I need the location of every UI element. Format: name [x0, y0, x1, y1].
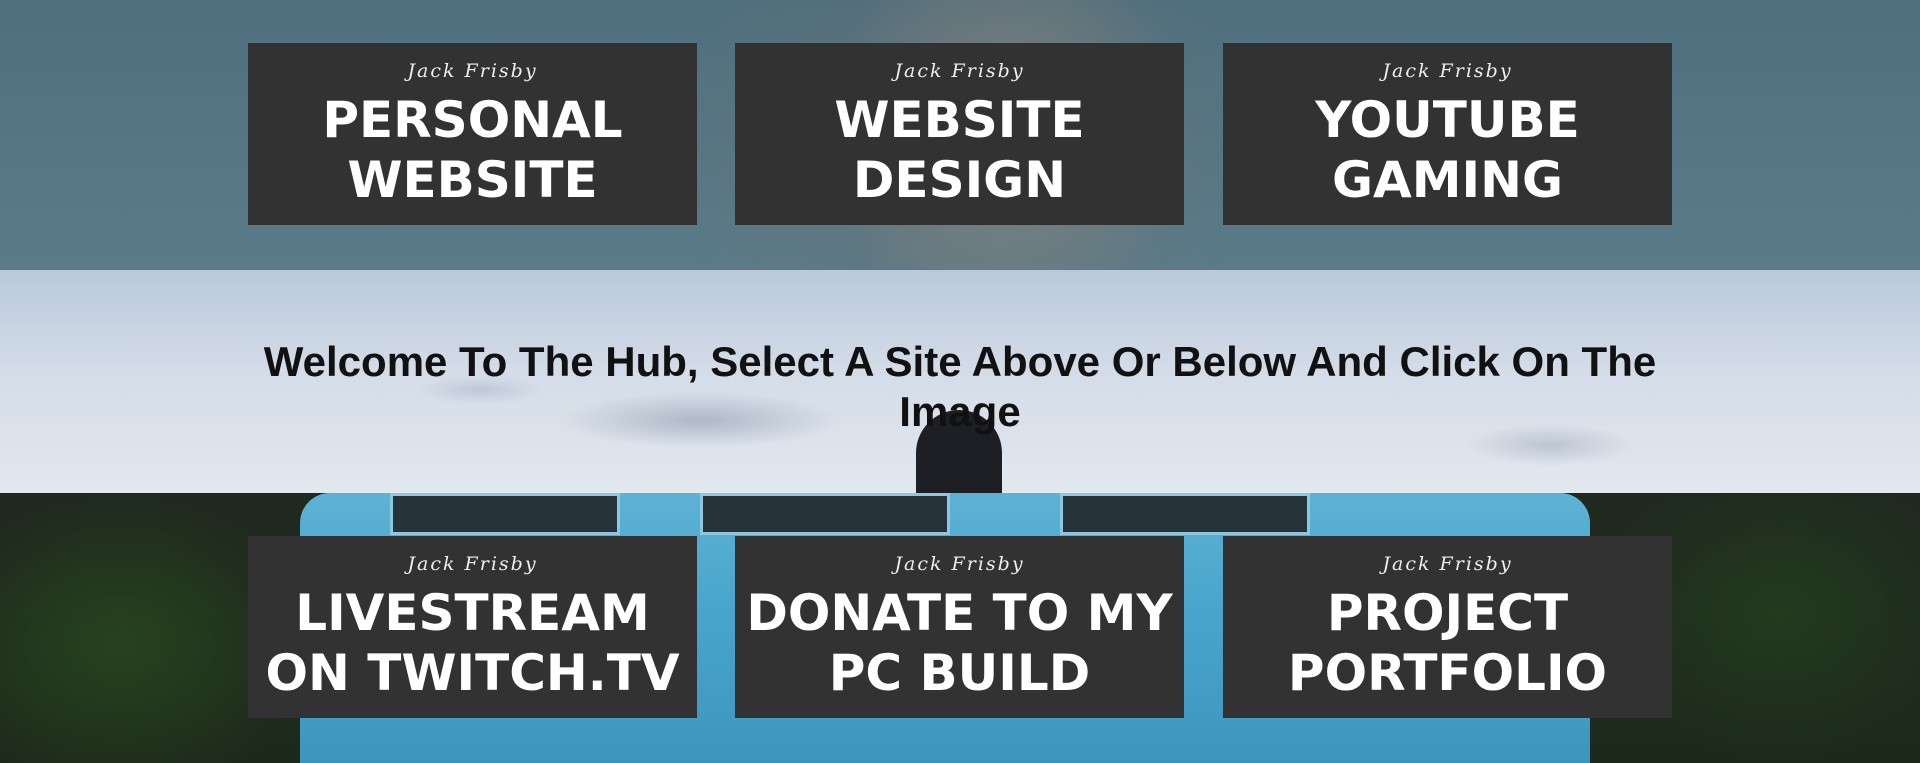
card-author: Jack Frisby [894, 60, 1025, 82]
card-title: DONATE TO MY PC BUILD [746, 584, 1173, 702]
card-title: WEBSITE DESIGN [834, 91, 1085, 209]
card-project-portfolio[interactable]: Jack Frisby PROJECT PORTFOLIO [1223, 536, 1672, 718]
card-title: LIVESTREAM ON TWITCH.TV [265, 584, 680, 702]
card-author: Jack Frisby [407, 60, 538, 82]
van-window [390, 493, 620, 535]
card-livestream-twitch[interactable]: Jack Frisby LIVESTREAM ON TWITCH.TV [248, 536, 697, 718]
card-author: Jack Frisby [1382, 60, 1513, 82]
card-author: Jack Frisby [407, 553, 538, 575]
card-title: PERSONAL WEBSITE [322, 91, 623, 209]
welcome-heading: Welcome To The Hub, Select A Site Above … [263, 338, 1657, 435]
bottom-site-band: Jack Frisby LIVESTREAM ON TWITCH.TV Jack… [0, 493, 1920, 763]
card-title: YOUTUBE GAMING [1315, 91, 1580, 209]
card-personal-website[interactable]: Jack Frisby PERSONAL WEBSITE [248, 43, 697, 225]
welcome-band: Welcome To The Hub, Select A Site Above … [0, 270, 1920, 493]
card-youtube-gaming[interactable]: Jack Frisby YOUTUBE GAMING [1223, 43, 1672, 225]
card-author: Jack Frisby [1382, 553, 1513, 575]
van-window [1060, 493, 1310, 535]
van-window [700, 493, 950, 535]
top-site-band: Jack Frisby PERSONAL WEBSITE Jack Frisby… [0, 0, 1920, 270]
card-title: PROJECT PORTFOLIO [1287, 584, 1608, 702]
card-donate-pc-build[interactable]: Jack Frisby DONATE TO MY PC BUILD [735, 536, 1184, 718]
card-website-design[interactable]: Jack Frisby WEBSITE DESIGN [735, 43, 1184, 225]
card-author: Jack Frisby [894, 553, 1025, 575]
